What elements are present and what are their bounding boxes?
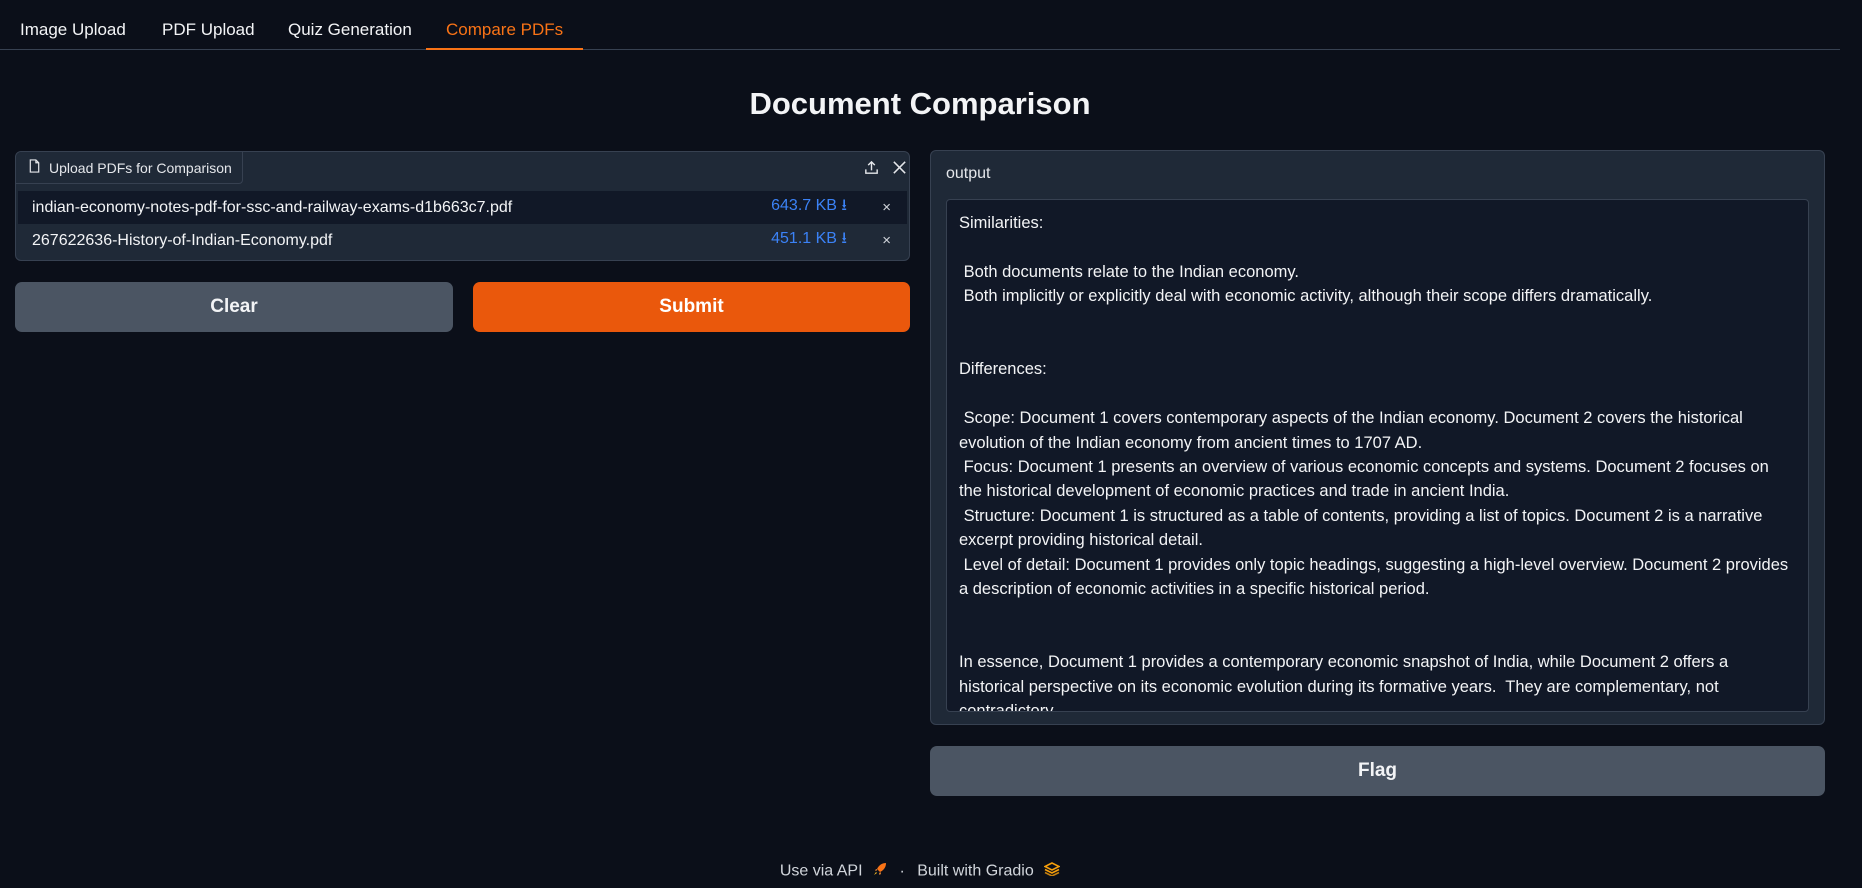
use-via-api-link[interactable]: Use via API bbox=[780, 863, 863, 880]
flag-button[interactable]: Flag bbox=[930, 746, 1825, 796]
file-download-link[interactable]: 643.7 KB ⭳ bbox=[771, 194, 847, 221]
page-title: Document Comparison bbox=[749, 86, 1091, 121]
file-remove-button[interactable]: × bbox=[882, 232, 891, 249]
rocket-icon bbox=[873, 862, 887, 881]
footer: Use via API · Built with Gradio bbox=[0, 862, 1840, 881]
file-upload-dropzone[interactable]: Upload PDFs for Comparison indian-econom… bbox=[15, 151, 910, 261]
upload-icon[interactable] bbox=[859, 155, 883, 179]
output-label: output bbox=[946, 165, 991, 182]
tab-pdf-upload[interactable]: PDF Upload bbox=[142, 0, 275, 50]
file-icon bbox=[28, 159, 41, 176]
file-remove-button[interactable]: × bbox=[882, 199, 891, 216]
tab-bar: Image Upload PDF Upload Quiz Generation … bbox=[0, 0, 1840, 50]
upload-label-text: Upload PDFs for Comparison bbox=[49, 159, 232, 176]
file-row: indian-economy-notes-pdf-for-ssc-and-rai… bbox=[18, 191, 907, 224]
close-icon[interactable] bbox=[887, 155, 909, 179]
footer-separator: · bbox=[899, 862, 905, 880]
tab-image-upload[interactable]: Image Upload bbox=[0, 0, 146, 50]
output-textbox[interactable]: Similarities: Both documents relate to t… bbox=[946, 199, 1809, 712]
file-name: indian-economy-notes-pdf-for-ssc-and-rai… bbox=[32, 198, 513, 216]
file-row: 267622636-History-of-Indian-Economy.pdf … bbox=[18, 224, 907, 257]
file-download-link[interactable]: 451.1 KB ⭳ bbox=[771, 227, 847, 254]
submit-button[interactable]: Submit bbox=[473, 282, 910, 332]
tab-compare-pdfs[interactable]: Compare PDFs bbox=[426, 0, 584, 50]
output-panel: output Similarities: Both documents rela… bbox=[930, 150, 1825, 725]
upload-label: Upload PDFs for Comparison bbox=[16, 152, 243, 184]
clear-button[interactable]: Clear bbox=[15, 282, 453, 332]
built-with-gradio-link[interactable]: Built with Gradio bbox=[917, 863, 1034, 880]
gradio-logo-icon bbox=[1043, 862, 1061, 881]
file-name: 267622636-History-of-Indian-Economy.pdf bbox=[32, 231, 333, 249]
tab-quiz-generation[interactable]: Quiz Generation bbox=[268, 0, 432, 50]
